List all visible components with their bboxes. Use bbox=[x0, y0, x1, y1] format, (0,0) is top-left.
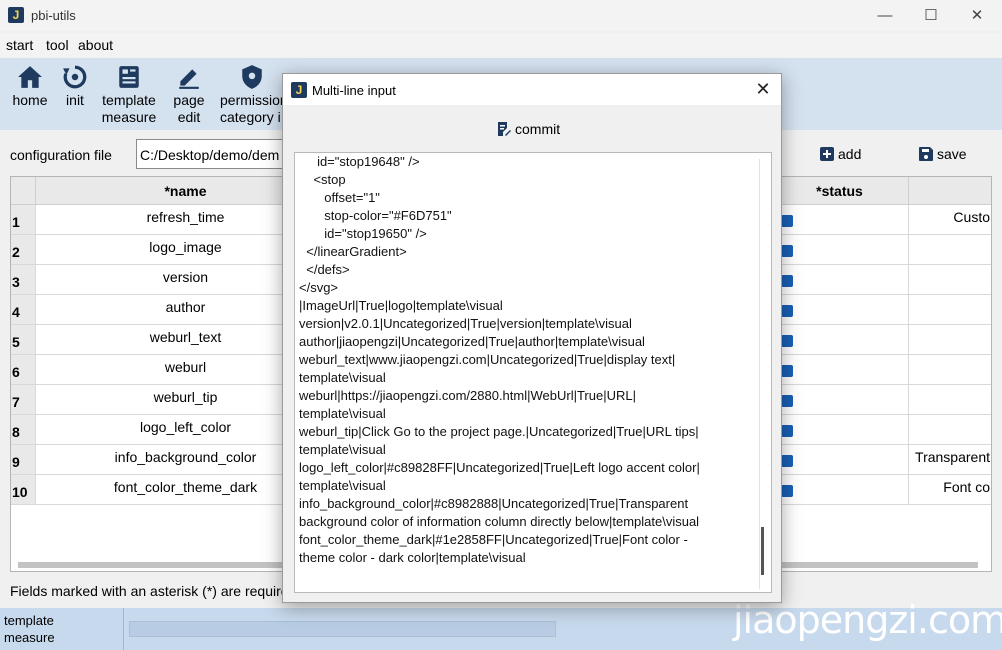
extra-cell[interactable] bbox=[909, 415, 991, 445]
minimize-button[interactable]: — bbox=[862, 0, 908, 31]
menu-tool[interactable]: tool bbox=[46, 37, 69, 53]
extra-cell[interactable]: Font co bbox=[909, 475, 991, 505]
status-checkbox[interactable] bbox=[781, 395, 793, 407]
menu-start[interactable]: start bbox=[6, 37, 33, 53]
multiline-text-editor[interactable]: id="stop19648" /> <stop offset="1" stop-… bbox=[294, 152, 772, 593]
watermark: jiaopengzi.com bbox=[733, 598, 1002, 642]
row-number: 8 bbox=[11, 415, 36, 445]
status-cell[interactable] bbox=[771, 385, 909, 415]
status-checkbox[interactable] bbox=[781, 245, 793, 257]
menu-bar: start tool about bbox=[0, 33, 1002, 57]
toolbar-permission-button[interactable]: permission category i bbox=[220, 58, 288, 126]
progress-bar bbox=[129, 621, 556, 637]
window-title: pbi-utils bbox=[31, 8, 76, 23]
row-number: 10 bbox=[11, 475, 36, 505]
config-file-label: configuration file bbox=[10, 147, 112, 163]
extra-cell[interactable] bbox=[909, 325, 991, 355]
editor-content[interactable]: id="stop19648" /> <stop offset="1" stop-… bbox=[299, 153, 751, 567]
row-number: 1 bbox=[11, 205, 36, 235]
extra-cell[interactable]: Custo bbox=[909, 205, 991, 235]
status-cell[interactable] bbox=[771, 475, 909, 505]
maximize-button[interactable]: ☐ bbox=[908, 0, 954, 31]
dialog-close-button[interactable]: ✕ bbox=[751, 77, 775, 101]
status-checkbox[interactable] bbox=[781, 275, 793, 287]
row-number: 3 bbox=[11, 265, 36, 295]
editor-scroll-track bbox=[759, 159, 760, 589]
status-cell[interactable] bbox=[771, 415, 909, 445]
toolbar-home-button[interactable]: home bbox=[8, 58, 52, 109]
extra-cell[interactable]: Transparent bbox=[909, 445, 991, 475]
status-cell[interactable] bbox=[771, 355, 909, 385]
row-number: 2 bbox=[11, 235, 36, 265]
shield-icon bbox=[242, 65, 262, 89]
status-column-header[interactable]: *status bbox=[771, 177, 909, 205]
row-number: 6 bbox=[11, 355, 36, 385]
extra-cell[interactable] bbox=[909, 295, 991, 325]
extra-cell[interactable] bbox=[909, 235, 991, 265]
dialog-title-bar: J Multi-line input ✕ bbox=[283, 74, 781, 105]
extra-cell[interactable] bbox=[909, 265, 991, 295]
init-icon bbox=[63, 65, 87, 89]
multiline-input-dialog: J Multi-line input ✕ commit id="stop1964… bbox=[282, 73, 782, 603]
config-file-input[interactable]: C:/Desktop/demo/dem bbox=[136, 139, 306, 169]
template-icon bbox=[119, 66, 139, 88]
status-checkbox[interactable] bbox=[781, 455, 793, 467]
status-cell[interactable] bbox=[771, 205, 909, 235]
dialog-title: Multi-line input bbox=[312, 83, 396, 98]
status-checkbox[interactable] bbox=[781, 335, 793, 347]
status-current-module: template measure bbox=[0, 608, 124, 650]
menu-about[interactable]: about bbox=[78, 37, 113, 53]
status-cell[interactable] bbox=[771, 445, 909, 475]
status-checkbox[interactable] bbox=[781, 305, 793, 317]
commit-icon bbox=[498, 122, 511, 136]
commit-button[interactable]: commit bbox=[497, 121, 560, 137]
save-button[interactable]: save bbox=[919, 146, 967, 162]
extra-cell[interactable] bbox=[909, 355, 991, 385]
row-number: 7 bbox=[11, 385, 36, 415]
status-cell[interactable] bbox=[771, 265, 909, 295]
close-button[interactable]: ✕ bbox=[954, 0, 1000, 31]
toolbar-init-button[interactable]: init bbox=[58, 58, 92, 109]
status-cell[interactable] bbox=[771, 295, 909, 325]
toolbar-template-measure-button[interactable]: template measure bbox=[100, 58, 158, 126]
app-icon: J bbox=[8, 7, 24, 23]
row-number: 4 bbox=[11, 295, 36, 325]
grid-corner-header bbox=[11, 177, 36, 205]
status-checkbox[interactable] bbox=[781, 215, 793, 227]
editor-scrollbar-thumb[interactable] bbox=[761, 527, 764, 575]
edit-icon bbox=[179, 69, 199, 89]
add-button[interactable]: add bbox=[820, 146, 861, 162]
dialog-app-icon: J bbox=[291, 82, 307, 98]
required-fields-note: Fields marked with an asterisk (*) are r… bbox=[10, 583, 289, 599]
extra-cell[interactable] bbox=[909, 385, 991, 415]
status-cell[interactable] bbox=[771, 235, 909, 265]
status-checkbox[interactable] bbox=[781, 425, 793, 437]
status-checkbox[interactable] bbox=[781, 365, 793, 377]
status-checkbox[interactable] bbox=[781, 485, 793, 497]
toolbar-page-edit-button[interactable]: page edit bbox=[170, 58, 208, 126]
row-number: 9 bbox=[11, 445, 36, 475]
title-bar: J pbi-utils — ☐ ✕ bbox=[0, 0, 1002, 31]
home-icon bbox=[18, 66, 42, 88]
extra-column-header bbox=[909, 177, 991, 205]
row-number: 5 bbox=[11, 325, 36, 355]
status-cell[interactable] bbox=[771, 325, 909, 355]
add-icon bbox=[820, 147, 834, 161]
save-icon bbox=[919, 147, 933, 161]
